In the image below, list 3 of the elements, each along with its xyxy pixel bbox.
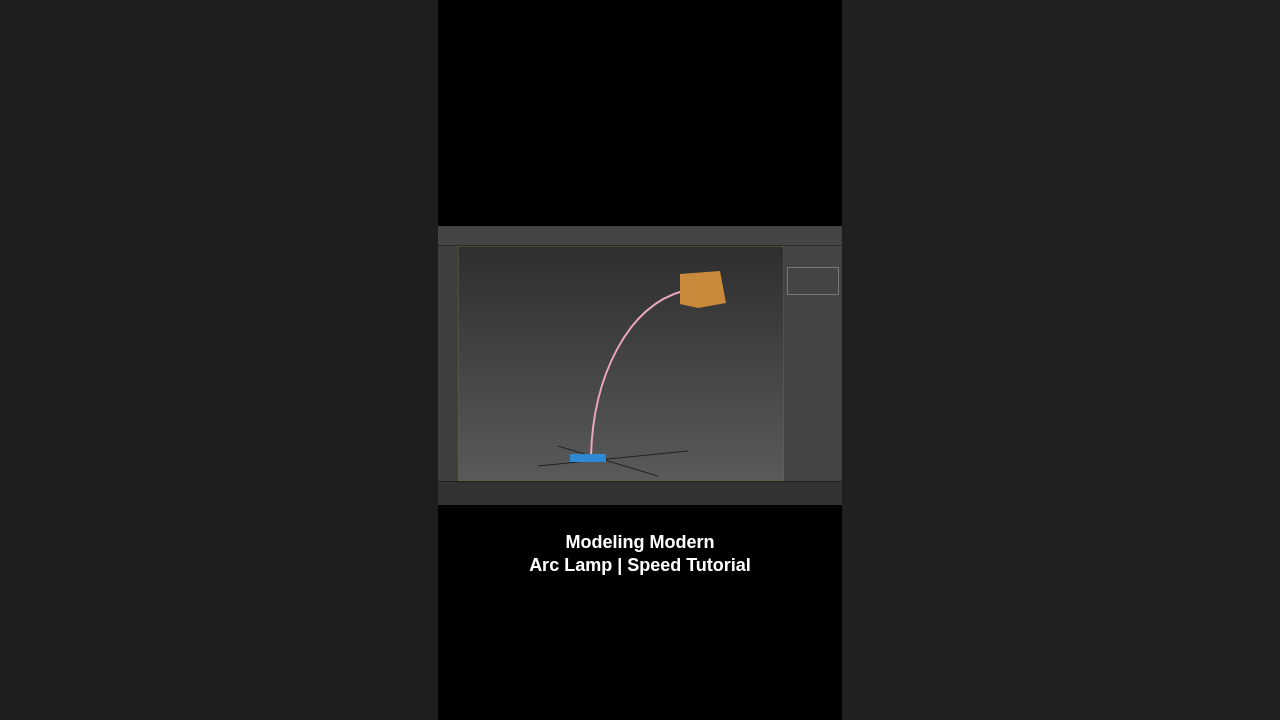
video-caption: Modeling Modern	[565, 531, 715, 554]
video-caption: Arc Lamp | Speed Tutorial	[529, 554, 751, 577]
rollout-box	[787, 267, 839, 295]
